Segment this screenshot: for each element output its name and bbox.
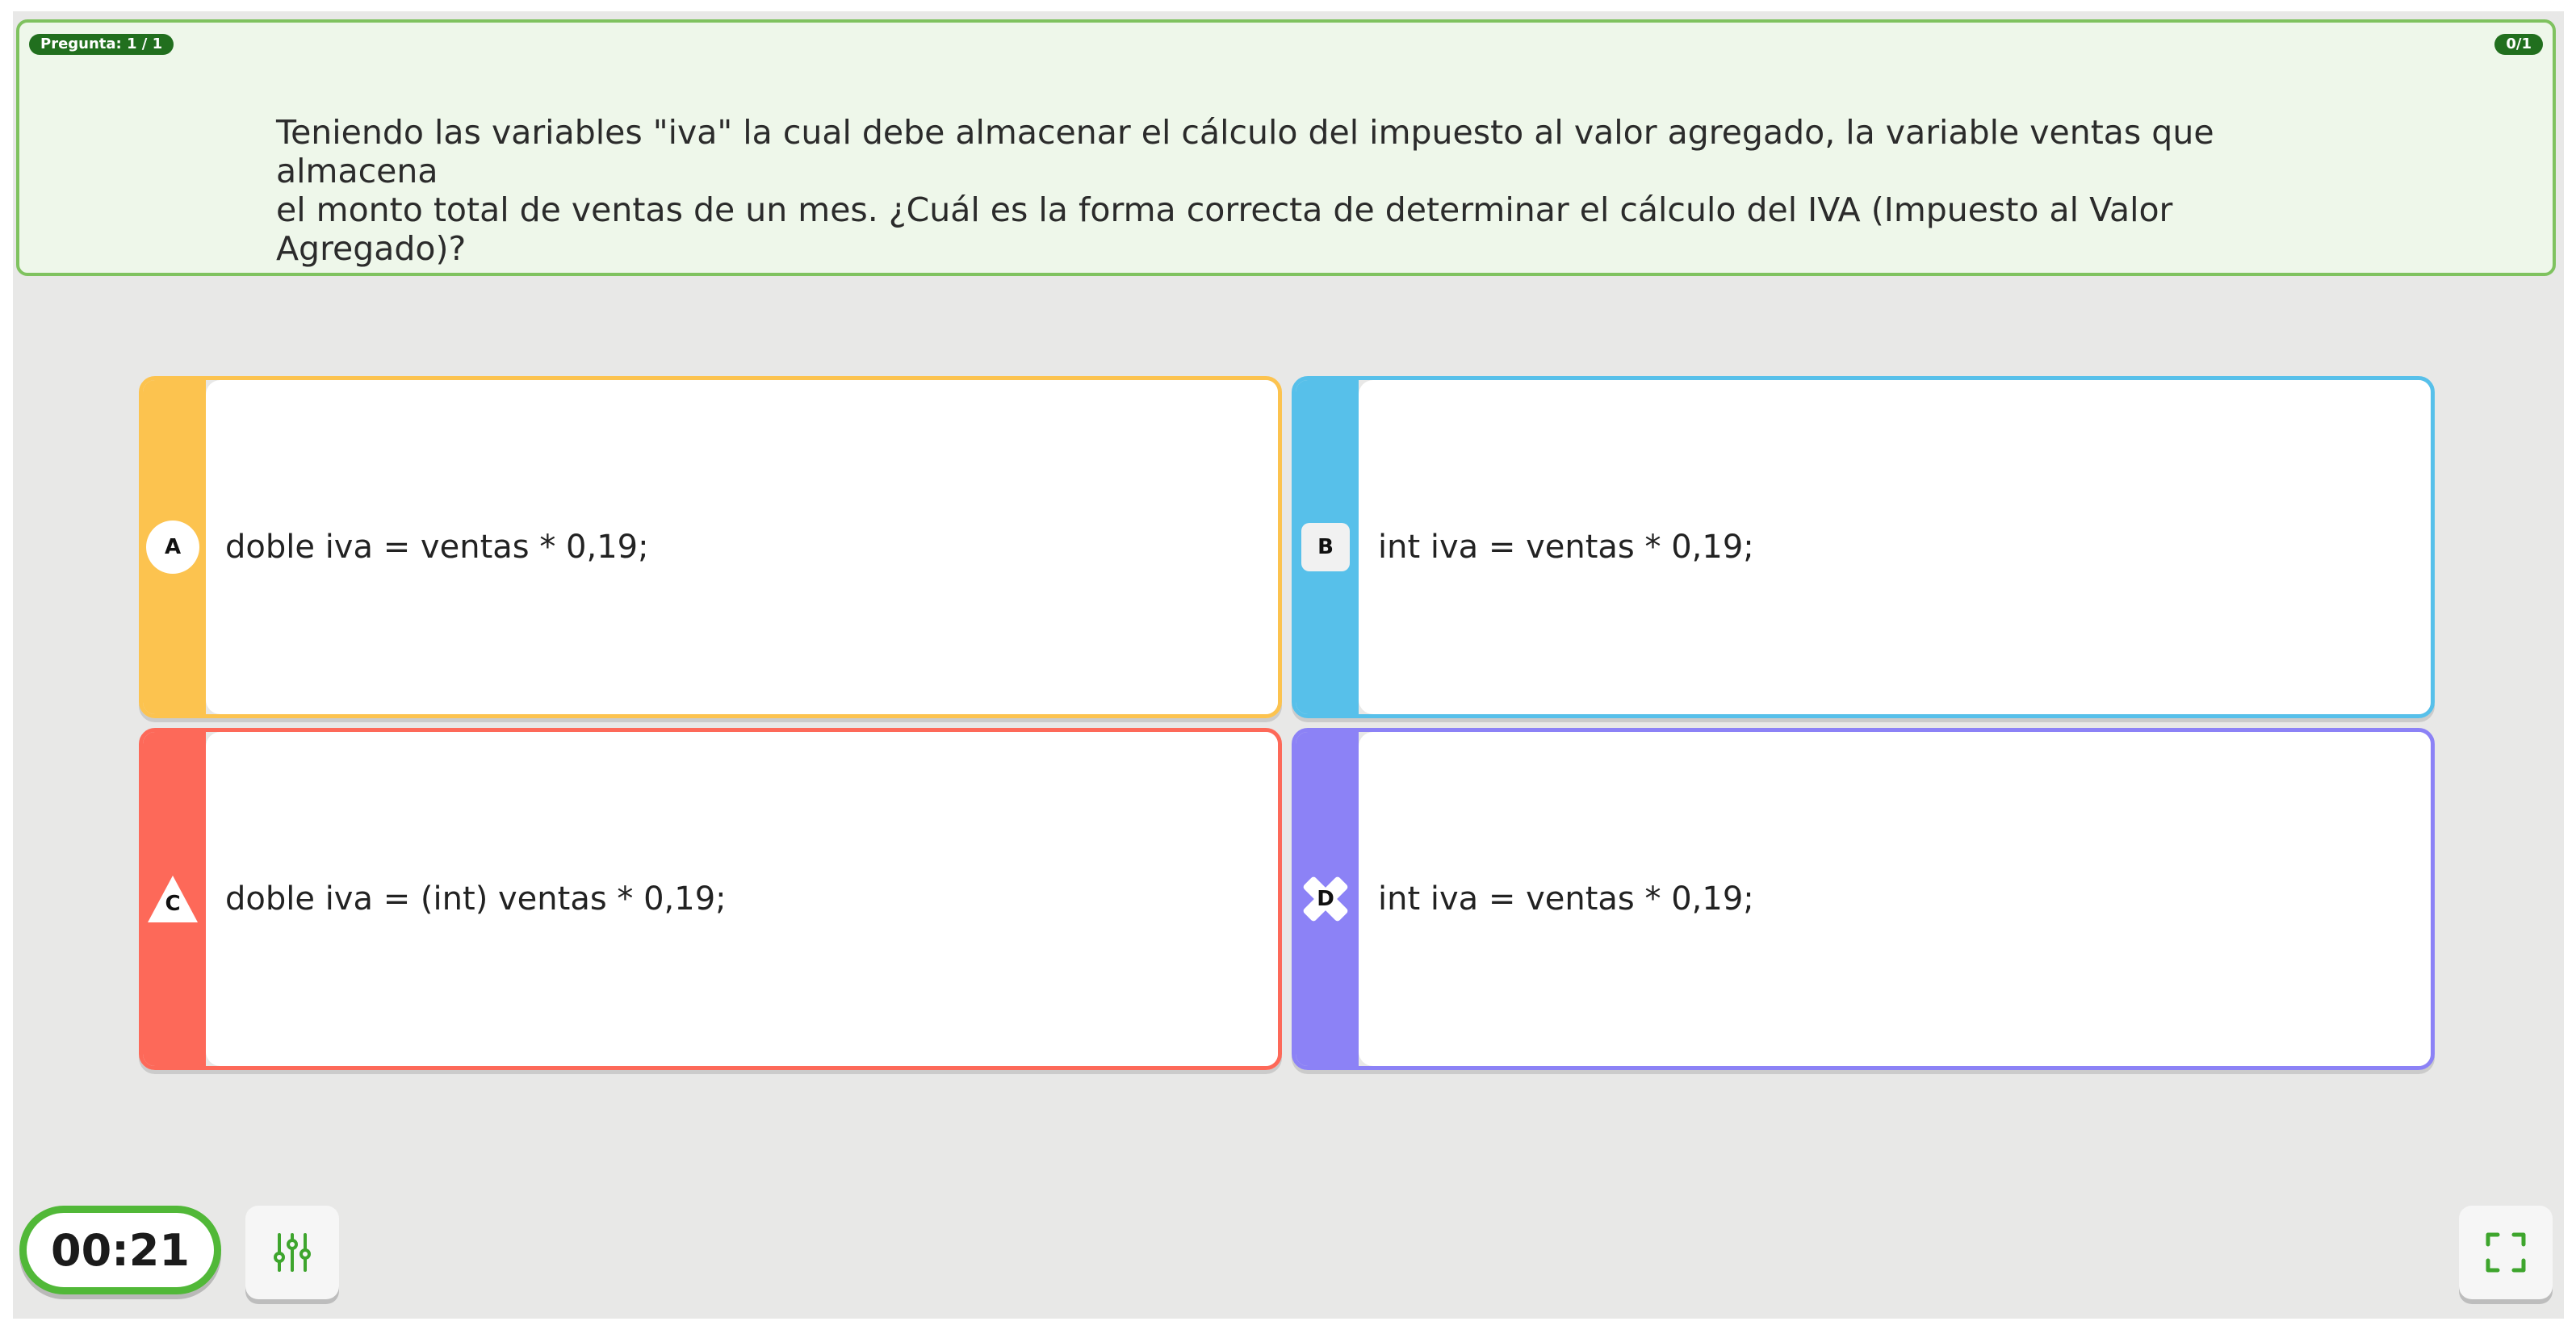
circle-icon: A: [146, 521, 199, 574]
square-icon: B: [1299, 521, 1352, 574]
quiz-stage: Pregunta: 1 / 1 0/1 Teniendo las variabl…: [13, 11, 2564, 1319]
sliders-icon: [274, 1233, 311, 1272]
answer-option-a[interactable]: A doble iva = ventas * 0,19;: [139, 376, 1282, 718]
option-d-letter: D: [1317, 887, 1334, 911]
question-counter-badge: Pregunta: 1 / 1: [29, 34, 174, 55]
fullscreen-icon: [2486, 1232, 2526, 1273]
option-b-text: int iva = ventas * 0,19;: [1378, 529, 1754, 566]
countdown-timer: 00:21: [19, 1206, 221, 1294]
option-d-text: int iva = ventas * 0,19;: [1378, 880, 1754, 918]
option-c-letter: C: [165, 892, 181, 916]
answer-option-b[interactable]: B int iva = ventas * 0,19;: [1292, 376, 2435, 718]
option-a-letter: A: [164, 535, 182, 559]
question-line-2: el monto total de ventas de un mes. ¿Cuá…: [276, 190, 2173, 268]
triangle-icon: C: [146, 872, 199, 926]
answer-option-d[interactable]: D int iva = ventas * 0,19;: [1292, 728, 2435, 1070]
question-panel: Pregunta: 1 / 1 0/1 Teniendo las variabl…: [16, 19, 2556, 276]
option-b-square: B: [1301, 523, 1350, 571]
answer-option-c[interactable]: C doble iva = (int) ventas * 0,19;: [139, 728, 1282, 1070]
option-a-text: doble iva = ventas * 0,19;: [225, 529, 649, 566]
fullscreen-button[interactable]: [2459, 1206, 2553, 1299]
settings-button[interactable]: [245, 1206, 339, 1299]
option-b-letter: B: [1317, 535, 1334, 559]
score-badge: 0/1: [2494, 34, 2543, 55]
cross-icon: D: [1299, 872, 1352, 926]
question-text: Teniendo las variables "iva" la cual deb…: [276, 113, 2294, 268]
question-line-1: Teniendo las variables "iva" la cual deb…: [276, 113, 2214, 190]
option-c-text: doble iva = (int) ventas * 0,19;: [225, 880, 727, 918]
